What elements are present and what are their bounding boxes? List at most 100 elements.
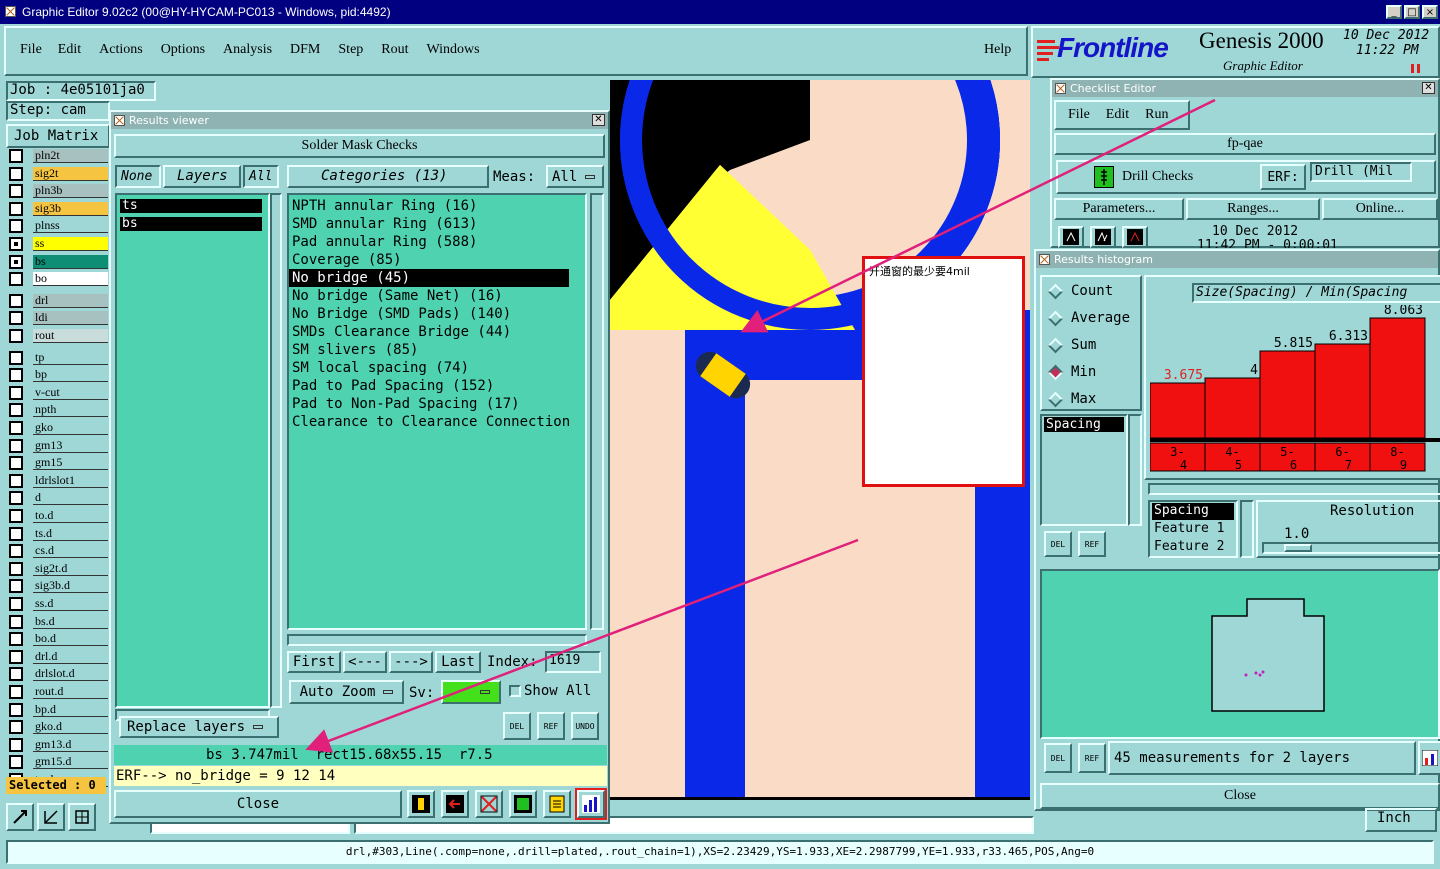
category-item[interactable]: Pad to Pad Spacing (152) <box>289 377 585 395</box>
layer-name[interactable]: gm13.d <box>33 738 108 752</box>
layer-row[interactable]: tp <box>9 350 108 366</box>
menu-analysis[interactable]: Analysis <box>223 42 272 58</box>
layer-checkbox[interactable] <box>9 272 23 286</box>
layer-checkbox[interactable] <box>9 439 23 453</box>
layer-row[interactable]: rout.d <box>9 684 108 700</box>
layer-checkbox[interactable] <box>9 294 23 308</box>
layer-checkbox[interactable] <box>9 615 23 629</box>
layer-row[interactable]: npth <box>9 402 108 418</box>
layer-checkbox[interactable] <box>9 685 23 699</box>
attr-item[interactable]: Spacing <box>1044 417 1124 432</box>
stop-icon[interactable] <box>1122 226 1148 248</box>
layer-row[interactable]: gko <box>9 420 108 436</box>
slider-thumb[interactable] <box>1284 544 1312 552</box>
measure-tool-icon[interactable] <box>37 803 65 831</box>
layer-checkbox[interactable] <box>9 632 23 646</box>
category-item[interactable]: No bridge (Same Net) (16) <box>289 287 585 305</box>
layer-checkbox[interactable] <box>9 509 23 523</box>
layer-name[interactable]: bo.d <box>33 632 108 646</box>
layer-name[interactable]: gm15.d <box>33 755 108 769</box>
layer-list-scrollbar[interactable] <box>270 193 282 708</box>
layer-checkbox[interactable] <box>9 219 23 233</box>
layer-row[interactable]: bo.d <box>9 631 108 647</box>
layer-row[interactable]: drlslot.d <box>9 666 108 682</box>
layer-name[interactable]: cs.d <box>33 544 108 558</box>
mode-radio-max[interactable]: Max <box>1044 391 1096 407</box>
category-item[interactable]: SM local spacing (74) <box>289 359 585 377</box>
erf-field[interactable]: Drill (Mil <box>1310 162 1412 182</box>
layer-checkbox[interactable] <box>9 421 23 435</box>
attr-list[interactable]: Spacing <box>1040 414 1128 526</box>
first-button[interactable]: First <box>287 651 341 673</box>
layer-name[interactable]: npth <box>33 403 108 417</box>
menu-rout[interactable]: Rout <box>381 42 408 58</box>
layer-row[interactable]: v-cut <box>9 385 108 401</box>
layer-row[interactable]: bo <box>9 271 108 287</box>
layer-checkbox[interactable] <box>9 720 23 734</box>
layer-name[interactable]: sig2t.d <box>33 562 108 576</box>
layer-name[interactable]: rout <box>33 329 108 343</box>
field-list[interactable]: Spacing Feature 1 Feature 2 <box>1148 500 1238 558</box>
ref-icon[interactable]: REF <box>1078 531 1106 557</box>
undo-icon[interactable]: UNDO <box>571 712 599 740</box>
category-item[interactable]: No Bridge (SMD Pads) (140) <box>289 305 585 323</box>
category-item[interactable]: SM slivers (85) <box>289 341 585 359</box>
prev-button[interactable]: <--- <box>343 651 387 673</box>
layer-checkbox[interactable] <box>9 544 23 558</box>
layer-checkbox[interactable] <box>9 755 23 769</box>
layer-checkbox[interactable] <box>9 202 23 216</box>
layer-row[interactable]: rout <box>9 328 108 344</box>
layer-name[interactable]: bo <box>33 272 108 286</box>
layer-name[interactable]: bp <box>33 368 108 382</box>
result-layer-item[interactable]: ts <box>120 199 262 213</box>
layer-row[interactable]: drl <box>9 293 108 309</box>
ranges-button[interactable]: Ranges... <box>1186 198 1320 220</box>
run-all-icon[interactable] <box>1090 226 1116 248</box>
menu-help[interactable]: Help <box>984 42 1011 58</box>
layer-checkbox[interactable] <box>9 579 23 593</box>
category-item[interactable]: SMDs Clearance Bridge (44) <box>289 323 585 341</box>
category-item[interactable]: Pad annular Ring (588) <box>289 233 585 251</box>
mode-radio-average[interactable]: Average <box>1044 310 1130 326</box>
maximize-button[interactable]: □ <box>1404 5 1420 19</box>
layer-checkbox[interactable] <box>9 329 23 343</box>
layer-row[interactable]: plnss <box>9 218 108 234</box>
histogram-close-button[interactable]: Close <box>1040 783 1440 809</box>
none-button[interactable]: None <box>115 165 161 188</box>
layer-row[interactable]: ss.d <box>9 596 108 612</box>
ref-icon[interactable]: REF <box>537 712 565 740</box>
layer-name[interactable]: drlslot.d <box>33 667 108 681</box>
layer-name[interactable]: rout.d <box>33 685 108 699</box>
layer-name[interactable]: ss <box>33 237 108 251</box>
grid-tool-icon[interactable] <box>68 803 96 831</box>
layer-row[interactable]: gm15 <box>9 455 108 471</box>
layer-name[interactable]: bp.d <box>33 703 108 717</box>
exit-icon[interactable] <box>441 790 469 818</box>
ref-icon[interactable]: REF <box>1078 743 1106 773</box>
layer-checkbox[interactable] <box>9 167 23 181</box>
layer-checkbox[interactable] <box>9 597 23 611</box>
layer-name[interactable]: drl <box>33 294 108 308</box>
menu-step[interactable]: Step <box>338 42 363 58</box>
layer-row[interactable]: pln3b <box>9 183 108 199</box>
field-item[interactable]: Spacing <box>1152 503 1234 520</box>
menu-actions[interactable]: Actions <box>99 42 143 58</box>
close-icon[interactable]: ✕ <box>592 114 605 126</box>
resolution-slider[interactable] <box>1262 542 1440 554</box>
layer-row[interactable]: bs <box>9 254 108 270</box>
layer-checkbox[interactable] <box>9 667 23 681</box>
layer-row[interactable]: gm13 <box>9 438 108 454</box>
show-all-toggle[interactable]: Show All <box>509 683 591 699</box>
menu-windows[interactable]: Windows <box>427 42 480 58</box>
del-icon[interactable]: DEL <box>503 712 531 740</box>
menu-dfm[interactable]: DFM <box>290 42 320 58</box>
result-layer-list[interactable]: ts bs <box>115 193 270 708</box>
categories-button[interactable]: Categories (13) <box>287 165 489 188</box>
show-all-checkbox[interactable] <box>509 685 521 697</box>
del-icon[interactable]: DEL <box>1044 743 1072 773</box>
layer-name[interactable]: pln2t <box>33 149 108 163</box>
layer-checkbox[interactable] <box>9 403 23 417</box>
layer-checkbox[interactable] <box>9 703 23 717</box>
layer-row[interactable]: ldi <box>9 310 108 326</box>
result-layer-item[interactable]: bs <box>120 217 262 231</box>
